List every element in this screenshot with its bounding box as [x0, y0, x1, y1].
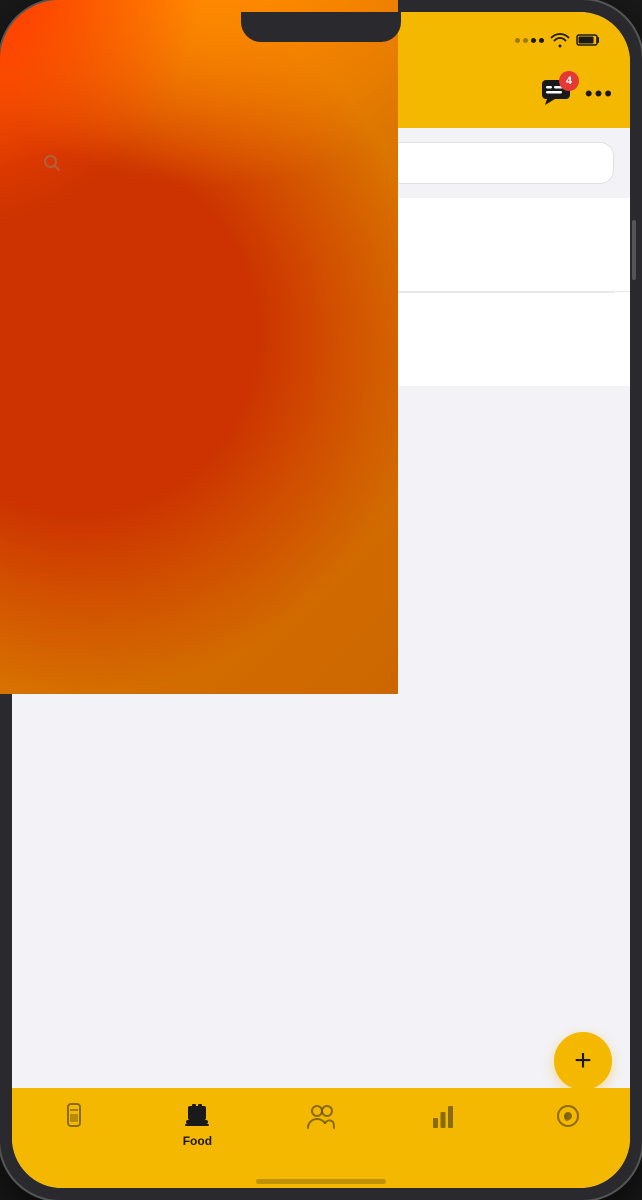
food-nav-label: Food: [183, 1134, 212, 1148]
nav-item-stats[interactable]: [383, 1098, 507, 1134]
food-icon: [182, 1102, 212, 1130]
battery-icon: [576, 33, 602, 47]
phone-screen: 2:30: [12, 12, 630, 1188]
phone-shell: 2:30: [0, 0, 642, 1200]
notch: [241, 12, 401, 42]
nav-item-people[interactable]: [259, 1098, 383, 1134]
notification-badge: 4: [559, 71, 579, 91]
settings-icon: €: [554, 1102, 582, 1130]
avatar: [53, 70, 101, 118]
stats-icon: [431, 1102, 459, 1130]
nav-item-settings[interactable]: €: [506, 1098, 630, 1134]
home-indicator: [12, 1178, 630, 1188]
search-icon: [43, 154, 61, 172]
home-bar: [256, 1179, 386, 1184]
header: ‹ My association: [12, 60, 630, 128]
nav-item-food[interactable]: Food: [136, 1098, 260, 1152]
people-icon: [305, 1102, 337, 1130]
header-actions: 4 •••: [541, 79, 614, 110]
chat-button[interactable]: 4: [541, 79, 571, 110]
bottom-nav: Food: [12, 1088, 630, 1178]
status-icons: [515, 32, 602, 48]
wifi-icon: [550, 32, 570, 48]
nav-item-drink[interactable]: [12, 1098, 136, 1134]
add-fab-button[interactable]: +: [554, 1032, 612, 1090]
drink-icon: [61, 1102, 87, 1130]
more-button[interactable]: •••: [585, 81, 614, 107]
signal-icon: [515, 38, 544, 43]
svg-text:€: €: [564, 1113, 569, 1123]
